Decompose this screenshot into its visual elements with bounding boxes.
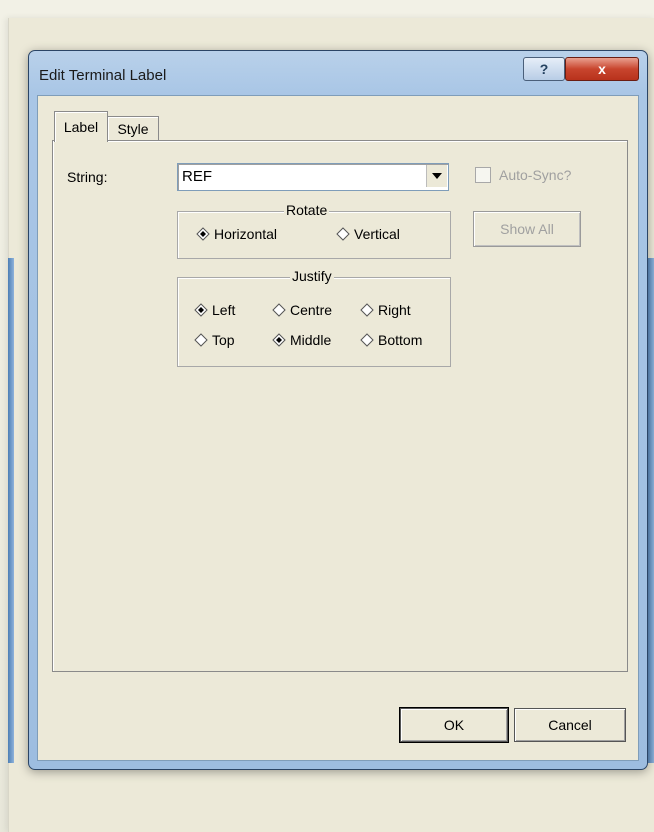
radio-bottom-label: Bottom bbox=[378, 332, 423, 348]
radio-centre[interactable]: Centre bbox=[272, 302, 332, 318]
justify-group-title: Justify bbox=[290, 268, 334, 284]
title-bar[interactable]: Edit Terminal Label ? x bbox=[29, 51, 647, 95]
radio-selected-icon bbox=[196, 227, 210, 241]
rotate-group: Rotate Horizontal Vertical bbox=[177, 202, 451, 259]
radio-selected-icon bbox=[272, 333, 286, 347]
radio-right-label: Right bbox=[378, 302, 411, 318]
radio-horizontal-label: Horizontal bbox=[214, 226, 278, 242]
dropdown-arrow-icon[interactable] bbox=[426, 165, 447, 187]
rotate-group-title: Rotate bbox=[284, 202, 330, 218]
radio-selected-icon bbox=[194, 303, 208, 317]
string-label: String: bbox=[67, 169, 108, 185]
help-button[interactable]: ? bbox=[523, 57, 565, 81]
string-input[interactable]: REF bbox=[182, 168, 212, 185]
radio-middle-label: Middle bbox=[290, 332, 332, 348]
tab-label[interactable]: Label bbox=[54, 111, 108, 142]
auto-sync-checkbox[interactable]: Auto-Sync? bbox=[475, 167, 571, 183]
checkbox-box[interactable] bbox=[475, 167, 491, 183]
tab-style[interactable]: Style bbox=[107, 116, 159, 141]
radio-unselected-icon bbox=[272, 303, 286, 317]
radio-vertical[interactable]: Vertical bbox=[336, 226, 400, 242]
radio-horizontal[interactable]: Horizontal bbox=[196, 226, 277, 242]
dialog-title: Edit Terminal Label bbox=[39, 67, 167, 84]
auto-sync-label: Auto-Sync? bbox=[499, 167, 572, 183]
radio-unselected-icon bbox=[194, 333, 208, 347]
string-combobox[interactable]: REF bbox=[177, 163, 449, 191]
radio-middle[interactable]: Middle bbox=[272, 332, 331, 348]
radio-left-label: Left bbox=[212, 302, 236, 318]
dialog-client-area: Label Style String: REF Auto-Sync? Show … bbox=[37, 95, 639, 761]
edit-terminal-label-dialog: Edit Terminal Label ? x Label Style Stri… bbox=[28, 50, 648, 770]
radio-bottom[interactable]: Bottom bbox=[360, 332, 422, 348]
radio-centre-label: Centre bbox=[290, 302, 333, 318]
close-button[interactable]: x bbox=[565, 57, 639, 81]
radio-right[interactable]: Right bbox=[360, 302, 411, 318]
show-all-button[interactable]: Show All bbox=[473, 211, 581, 247]
radio-left[interactable]: Left bbox=[194, 302, 235, 318]
radio-unselected-icon bbox=[360, 303, 374, 317]
radio-top[interactable]: Top bbox=[194, 332, 235, 348]
cancel-button[interactable]: Cancel bbox=[514, 708, 626, 742]
radio-vertical-label: Vertical bbox=[354, 226, 400, 242]
label-tab-panel: String: REF Auto-Sync? Show All Rotate H… bbox=[52, 140, 628, 672]
radio-top-label: Top bbox=[212, 332, 235, 348]
radio-unselected-icon bbox=[360, 333, 374, 347]
background-window-edge bbox=[8, 258, 14, 763]
ok-button[interactable]: OK bbox=[399, 707, 509, 743]
radio-unselected-icon bbox=[336, 227, 350, 241]
justify-group: Justify Left Centre Right Top Middle Bot… bbox=[177, 268, 451, 367]
